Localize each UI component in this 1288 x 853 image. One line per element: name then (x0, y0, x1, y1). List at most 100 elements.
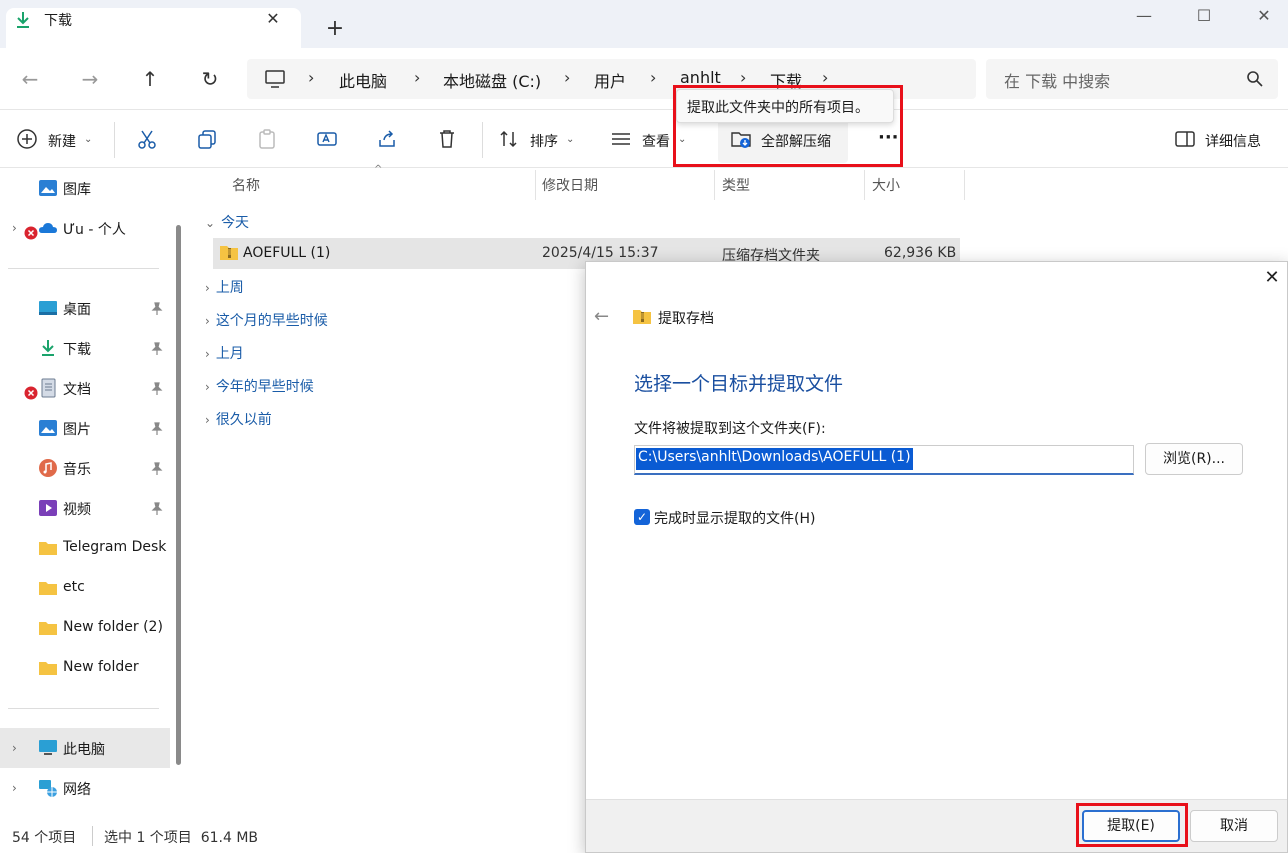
paste-icon[interactable] (256, 128, 278, 150)
sidebar-item-music[interactable]: 音乐 (0, 448, 170, 488)
search-input[interactable]: 在 下载 中搜索 (1004, 68, 1110, 92)
plus-circle-icon[interactable] (16, 128, 38, 150)
group-header-long-ago[interactable]: › 很久以前 (205, 409, 272, 429)
computer-icon (39, 740, 57, 755)
group-header-last-month[interactable]: › 上月 (205, 343, 244, 363)
breadcrumb-item[interactable]: 本地磁盘 (C:) (443, 68, 541, 92)
sidebar-item-documents[interactable]: 文档 (0, 368, 170, 408)
breadcrumb-item[interactable]: 用户 (594, 68, 626, 92)
sidebar-item-downloads[interactable]: 下载 (0, 328, 170, 368)
pin-icon[interactable] (150, 302, 164, 316)
zip-folder-icon (220, 246, 238, 260)
dialog-back-button[interactable]: ← (594, 306, 609, 327)
maximize-button[interactable]: ☐ (1184, 6, 1224, 28)
toolbar-divider (114, 122, 115, 158)
destination-path[interactable]: C:\Users\anhlt\Downloads\AOEFULL (1) (636, 448, 913, 470)
network-icon (39, 780, 57, 797)
pin-icon[interactable] (150, 422, 164, 436)
breadcrumb-item[interactable]: 此电脑 (339, 68, 387, 92)
column-divider[interactable] (964, 170, 965, 200)
column-divider[interactable] (864, 170, 865, 200)
chevron-down-icon: ⌄ (566, 134, 575, 145)
pin-icon[interactable] (150, 502, 164, 516)
file-name[interactable]: AOEFULL (1) (243, 245, 330, 261)
sidebar-item-pictures[interactable]: 图片 (0, 408, 170, 448)
sidebar-item-this-pc[interactable]: › 此电脑 (0, 728, 170, 768)
column-divider[interactable] (535, 170, 536, 200)
pin-icon[interactable] (150, 462, 164, 476)
sort-button[interactable]: 排序 (530, 131, 558, 151)
pin-icon[interactable] (150, 382, 164, 396)
cancel-button[interactable]: 取消 (1190, 810, 1278, 842)
selection-info: 选中 1 个项目 61.4 MB (104, 830, 259, 846)
window-close-button[interactable]: ✕ (1244, 6, 1284, 28)
group-header-today[interactable]: ⌄ 今天 (205, 212, 249, 232)
delete-icon[interactable] (436, 128, 458, 150)
group-header-earlier-this-year[interactable]: › 今年的早些时候 (205, 376, 314, 396)
view-icon[interactable] (610, 128, 632, 150)
sidebar-item-gallery[interactable]: 图库 (0, 168, 170, 208)
rename-icon[interactable] (316, 128, 338, 150)
sidebar-item-label: 网络 (63, 782, 91, 798)
sort-icon[interactable] (498, 128, 520, 150)
group-header-earlier-this-month[interactable]: › 这个月的早些时候 (205, 310, 328, 330)
sidebar-item-telegram[interactable]: Telegram Desk (0, 528, 170, 568)
show-files-label[interactable]: 完成时显示提取的文件(H) (654, 508, 815, 528)
chevron-right-icon[interactable]: › (12, 741, 17, 755)
tab-close-icon[interactable]: ✕ (262, 8, 284, 30)
dialog-close-icon[interactable]: ✕ (1262, 268, 1282, 288)
sidebar-item-desktop[interactable]: 桌面 (0, 288, 170, 328)
sidebar-item-label: New folder (63, 659, 139, 675)
column-header-name[interactable]: 名称 (232, 175, 260, 195)
back-button[interactable]: ← (16, 66, 44, 92)
sidebar-scrollbar[interactable] (176, 225, 181, 765)
zip-folder-icon (633, 310, 651, 324)
forward-button[interactable]: → (76, 66, 104, 92)
sidebar-item-new-folder-2[interactable]: New folder (2) (0, 608, 170, 648)
refresh-button[interactable]: ↻ (196, 66, 224, 92)
chevron-down-icon: ⌄ (84, 134, 93, 145)
up-button[interactable]: ↑ (136, 66, 164, 92)
column-header-type[interactable]: 类型 (722, 175, 750, 195)
browse-button[interactable]: 浏览(R)... (1145, 443, 1243, 475)
column-divider[interactable] (714, 170, 715, 200)
details-pane-icon[interactable] (1174, 128, 1196, 150)
breadcrumb-separator: › (308, 68, 315, 87)
sidebar-item-new-folder[interactable]: New folder (0, 648, 170, 688)
new-button[interactable]: 新建 (48, 131, 76, 151)
chevron-right-icon[interactable]: › (12, 781, 17, 795)
chevron-right-icon[interactable]: › (12, 221, 17, 235)
destination-label: 文件将被提取到这个文件夹(F): (634, 421, 826, 437)
toolbar-divider (482, 122, 483, 158)
document-icon (41, 378, 56, 398)
search-icon[interactable] (1246, 70, 1264, 88)
sidebar-item-label: Ưu - 个人 (63, 222, 126, 238)
sidebar-item-network[interactable]: › 网络 (0, 768, 170, 808)
breadcrumb-separator: › (414, 68, 421, 87)
copy-icon[interactable] (196, 128, 218, 150)
pin-icon[interactable] (150, 342, 164, 356)
show-files-checkbox[interactable]: ✓ (634, 509, 650, 525)
dialog-title: 提取存档 (658, 311, 714, 327)
column-header-modified[interactable]: 修改日期 (542, 175, 598, 195)
sidebar-separator (8, 268, 159, 269)
details-button[interactable]: 详细信息 (1205, 131, 1261, 151)
group-header-last-week[interactable]: › 上周 (205, 277, 244, 297)
folder-icon (39, 662, 57, 675)
desktop-icon (39, 301, 57, 315)
sidebar-item-etc[interactable]: etc (0, 568, 170, 608)
sidebar-item-label: Telegram Desk (63, 539, 167, 555)
file-modified: 2025/4/15 15:37 (542, 245, 659, 261)
sidebar-item-label: New folder (2) (63, 619, 163, 635)
cut-icon[interactable] (136, 128, 158, 150)
new-tab-button[interactable]: + (322, 16, 348, 42)
share-icon[interactable] (376, 128, 398, 150)
view-button[interactable]: 查看 (642, 131, 670, 151)
sort-arrow-icon: ^ (374, 164, 383, 175)
sidebar-item-onedrive[interactable]: › Ưu - 个人 (0, 208, 170, 248)
pictures-icon (39, 420, 57, 436)
error-icon (24, 386, 38, 400)
column-header-size[interactable]: 大小 (872, 175, 900, 195)
sidebar-item-videos[interactable]: 视频 (0, 488, 170, 528)
minimize-button[interactable]: — (1124, 6, 1164, 28)
